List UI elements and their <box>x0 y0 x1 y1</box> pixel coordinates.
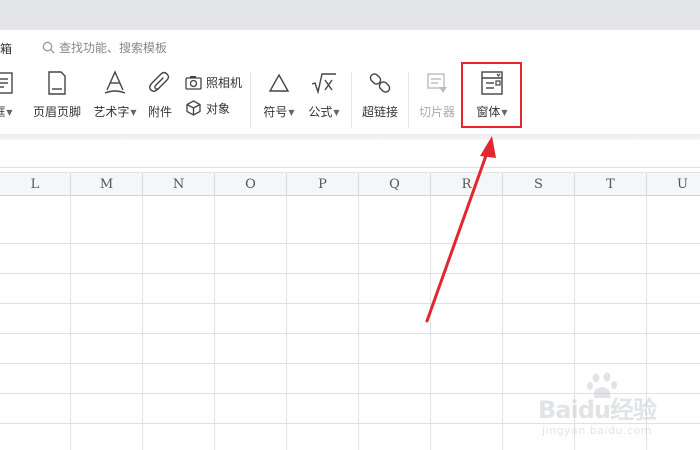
watermark-brand: Baidu经验 <box>538 396 657 424</box>
baidu-watermark: Baidu经验 jingyan.baidu.com <box>538 372 698 442</box>
watermark-url: jingyan.baidu.com <box>542 424 653 437</box>
